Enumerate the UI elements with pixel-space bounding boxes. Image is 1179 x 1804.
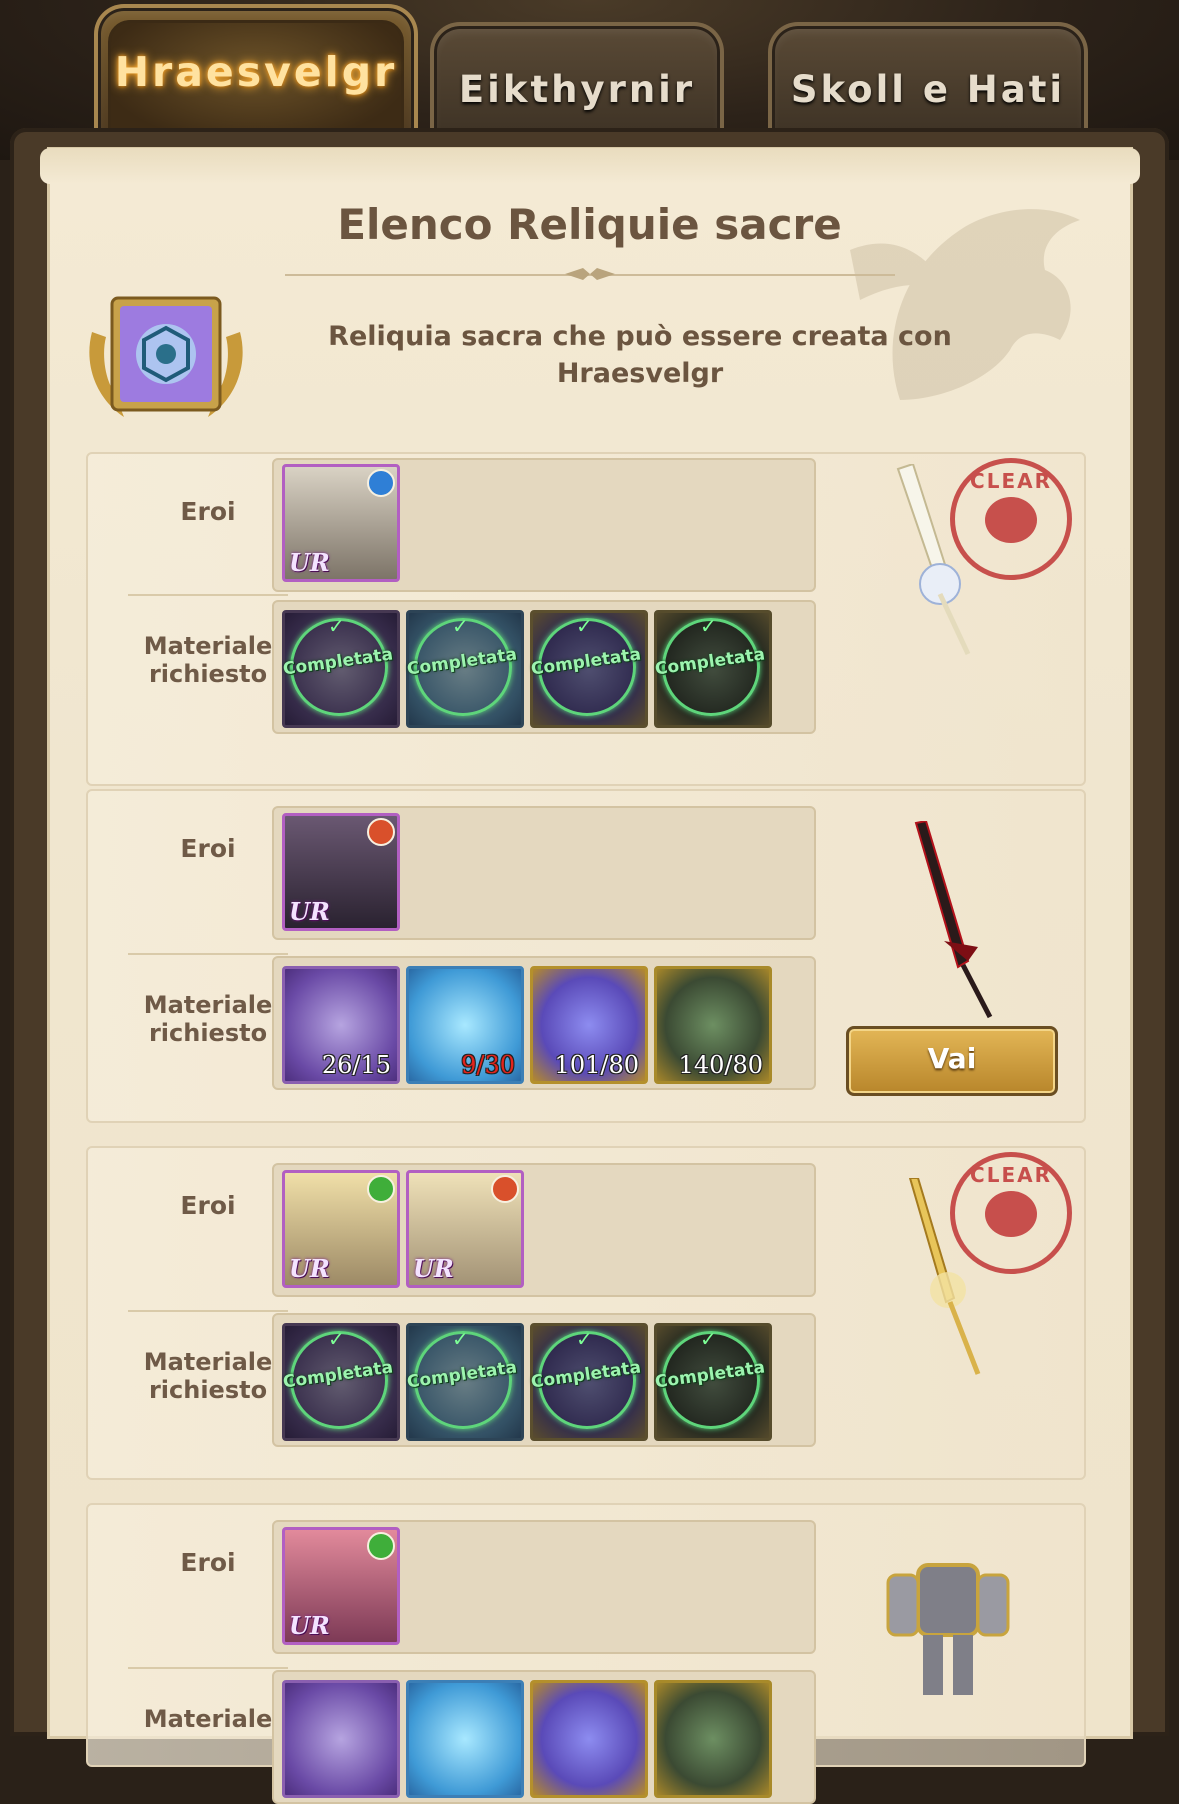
go-button[interactable]: Vai bbox=[846, 1026, 1058, 1096]
relic-entry: Eroi Materiale UR bbox=[86, 1503, 1086, 1804]
tab-eikthyrnir[interactable]: Eikthyrnir bbox=[430, 22, 724, 144]
check-icon: ✓ bbox=[328, 614, 345, 638]
subtitle: Reliquia sacra che può essere creata con… bbox=[300, 318, 980, 392]
armor-icon bbox=[886, 1563, 1010, 1695]
rarity-ur-badge: UR bbox=[289, 897, 330, 926]
dark-sword-icon bbox=[914, 821, 993, 1019]
check-icon: ✓ bbox=[700, 1327, 717, 1351]
check-icon: ✓ bbox=[452, 1327, 469, 1351]
material-count: 26/15 bbox=[321, 1051, 391, 1079]
check-icon: ✓ bbox=[452, 614, 469, 638]
attribute-strength-icon bbox=[491, 1175, 519, 1203]
relic-entry: Eroi Materiale richiesto UR ✓ Completata … bbox=[86, 452, 1086, 786]
material-item[interactable] bbox=[530, 1680, 648, 1798]
hero-portrait[interactable]: UR bbox=[282, 813, 400, 931]
rarity-ur-badge: UR bbox=[289, 1254, 330, 1283]
heroes-label: Eroi bbox=[180, 1191, 236, 1220]
attribute-hp-icon bbox=[367, 1175, 395, 1203]
material-count: 140/80 bbox=[678, 1051, 763, 1079]
divider-ornament-icon bbox=[565, 268, 615, 280]
material-item[interactable] bbox=[282, 1680, 400, 1798]
clear-stamp: CLEAR bbox=[950, 1152, 1072, 1274]
check-icon: ✓ bbox=[328, 1327, 345, 1351]
materials-label-line: richiesto bbox=[148, 660, 268, 688]
rarity-ur-badge: UR bbox=[289, 548, 330, 577]
stamp-emblem-icon bbox=[985, 497, 1037, 543]
completed-overlay: ✓ Completata bbox=[282, 1323, 394, 1435]
tab-label: Hraesvelgr bbox=[114, 48, 398, 96]
completed-overlay: ✓ Completata bbox=[654, 610, 766, 722]
relic-badge-icon bbox=[89, 296, 243, 417]
stamp-emblem-icon bbox=[985, 1191, 1037, 1237]
tab-label: Skoll e Hati bbox=[790, 68, 1066, 111]
completed-overlay: ✓ Completata bbox=[654, 1323, 766, 1435]
hero-portrait[interactable]: UR bbox=[406, 1170, 524, 1288]
hero-portrait[interactable]: UR bbox=[282, 1170, 400, 1288]
relic-entry: Eroi Materiale richiesto UR UR ✓ Completa… bbox=[86, 1146, 1086, 1480]
materials-label-line: Materiale bbox=[143, 991, 273, 1019]
completed-overlay: ✓ Completata bbox=[530, 1323, 642, 1435]
material-item[interactable] bbox=[406, 1680, 524, 1798]
material-count: 101/80 bbox=[554, 1051, 639, 1079]
rarity-ur-badge: UR bbox=[289, 1611, 330, 1640]
tab-hraesvelgr[interactable]: Hraesvelgr bbox=[94, 4, 418, 144]
subtitle-line: Hraesvelgr bbox=[556, 358, 724, 389]
materials-label-line: Materiale bbox=[143, 632, 273, 660]
rarity-ur-badge: UR bbox=[413, 1254, 454, 1283]
heroes-label: Eroi bbox=[180, 497, 236, 526]
check-icon: ✓ bbox=[576, 1327, 593, 1351]
hero-portrait[interactable]: UR bbox=[282, 464, 400, 582]
materials-label-line: Materiale bbox=[143, 1705, 273, 1733]
completed-overlay: ✓ Completata bbox=[406, 1323, 518, 1435]
hero-portrait[interactable]: UR bbox=[282, 1527, 400, 1645]
material-item[interactable]: 26/15 bbox=[282, 966, 400, 1084]
row-separator bbox=[128, 1310, 288, 1312]
completed-overlay: ✓ Completata bbox=[530, 610, 642, 722]
heroes-label: Eroi bbox=[180, 1548, 236, 1577]
material-item[interactable]: 9/30 bbox=[406, 966, 524, 1084]
material-count: 9/30 bbox=[461, 1051, 515, 1079]
materials-label: Materiale richiesto bbox=[128, 632, 288, 688]
materials-label-line: richiesto bbox=[148, 1019, 268, 1047]
materials-label: Materiale bbox=[128, 1705, 288, 1733]
row-separator bbox=[128, 1667, 288, 1669]
check-icon: ✓ bbox=[576, 614, 593, 638]
heroes-label: Eroi bbox=[180, 834, 236, 863]
parchment-curl bbox=[40, 148, 1140, 184]
material-item[interactable]: 101/80 bbox=[530, 966, 648, 1084]
attribute-strength-icon bbox=[367, 818, 395, 846]
material-item[interactable]: 140/80 bbox=[654, 966, 772, 1084]
materials-label-line: richiesto bbox=[148, 1376, 268, 1404]
attribute-hp-icon bbox=[367, 1532, 395, 1560]
materials-label: Materiale richiesto bbox=[128, 1348, 288, 1404]
clear-stamp: CLEAR bbox=[950, 458, 1072, 580]
attribute-speed-icon bbox=[367, 469, 395, 497]
completed-overlay: ✓ Completata bbox=[282, 610, 394, 722]
tab-label: Eikthyrnir bbox=[458, 68, 696, 111]
check-icon: ✓ bbox=[700, 614, 717, 638]
row-separator bbox=[128, 594, 288, 596]
tab-skoll-e-hati[interactable]: Skoll e Hati bbox=[768, 22, 1088, 144]
row-separator bbox=[128, 953, 288, 955]
completed-overlay: ✓ Completata bbox=[406, 610, 518, 722]
subtitle-line: Reliquia sacra che può essere creata con bbox=[328, 321, 952, 352]
material-item[interactable] bbox=[654, 1680, 772, 1798]
materials-label: Materiale richiesto bbox=[128, 991, 288, 1047]
page-title: Elenco Reliquie sacre bbox=[337, 200, 842, 249]
materials-label-line: Materiale bbox=[143, 1348, 273, 1376]
